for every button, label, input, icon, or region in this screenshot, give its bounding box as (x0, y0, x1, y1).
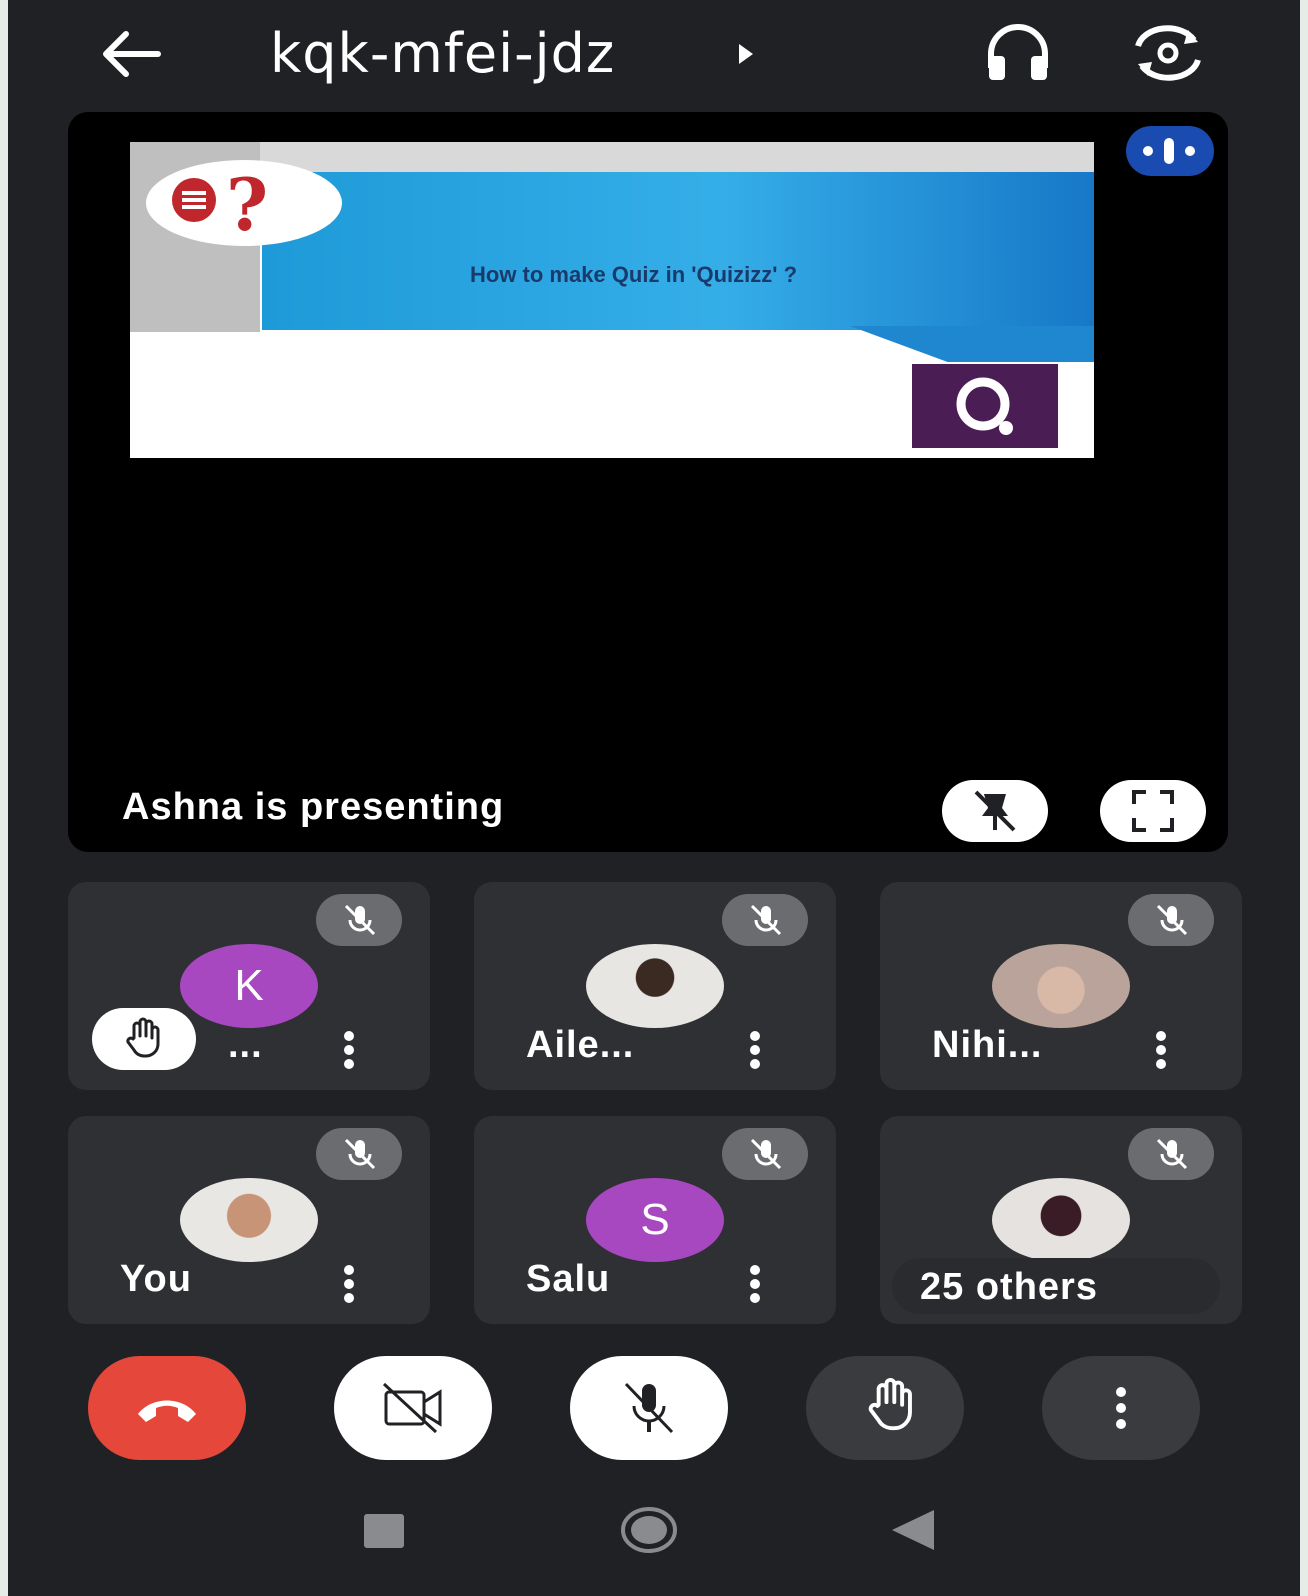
more-vert-icon[interactable] (742, 1028, 768, 1072)
fullscreen-button[interactable] (1100, 780, 1206, 842)
meet-screen: kqk-mfei-jdz How to make Quiz in 'Quiziz… (8, 0, 1300, 1596)
slide-question-badge: ? (146, 160, 342, 247)
more-vert-icon[interactable] (742, 1262, 768, 1306)
camera-toggle-button[interactable] (334, 1356, 492, 1460)
fullscreen-icon (1132, 790, 1174, 832)
nav-back-icon[interactable] (888, 1508, 938, 1552)
mic-off-badge (316, 1128, 402, 1180)
avatar (992, 1178, 1130, 1262)
more-options-button[interactable] (1042, 1356, 1200, 1460)
raise-hand-icon (868, 1377, 912, 1431)
mic-off-icon (624, 1382, 674, 1434)
camera-off-icon (382, 1382, 442, 1434)
more-vert-icon[interactable] (336, 1262, 362, 1306)
end-call-icon (138, 1400, 196, 1422)
slide-banner (262, 172, 1094, 330)
caret-right-icon[interactable] (736, 42, 756, 66)
headphones-icon (988, 24, 1048, 80)
shared-slide: How to make Quiz in 'Quizizz' ? ? (130, 142, 1094, 458)
arrow-left-icon (103, 31, 161, 77)
participant-tile[interactable]: Nihi... (880, 882, 1242, 1090)
others-tile[interactable]: 25 others (880, 1116, 1242, 1324)
mic-off-icon (344, 1138, 376, 1170)
hand-raised-badge (92, 1008, 196, 1070)
mic-off-icon (344, 904, 376, 936)
mic-off-badge (1128, 1128, 1214, 1180)
mic-off-icon (1156, 1138, 1188, 1170)
end-call-button[interactable] (88, 1356, 246, 1460)
unpin-button[interactable] (942, 780, 1048, 842)
mic-off-icon (750, 904, 782, 936)
audio-output-button[interactable] (983, 22, 1053, 84)
audio-level-icon (1143, 138, 1195, 164)
switch-camera-icon (1135, 25, 1201, 81)
meeting-code-title[interactable]: kqk-mfei-jdz (270, 22, 615, 85)
switch-camera-button[interactable] (1128, 22, 1208, 84)
participant-name: You (120, 1258, 192, 1300)
mic-off-badge (1128, 894, 1214, 946)
participant-name: Nihi... (932, 1024, 1043, 1066)
participant-name: Salu (526, 1258, 611, 1300)
mic-off-icon (1156, 904, 1188, 936)
mic-off-badge (316, 894, 402, 946)
unpin-icon (974, 790, 1016, 832)
list-icon (172, 178, 216, 222)
nav-home-icon[interactable] (620, 1506, 678, 1554)
mic-off-badge (722, 894, 808, 946)
participant-name: ... (228, 1024, 263, 1066)
participant-name: Aile... (526, 1024, 635, 1066)
more-vert-icon[interactable] (336, 1028, 362, 1072)
others-count-label: 25 others (920, 1266, 1098, 1308)
back-button[interactable] (96, 26, 166, 82)
avatar: K (180, 944, 318, 1028)
raise-hand-icon (126, 1017, 160, 1058)
participant-tile[interactable]: You (68, 1116, 430, 1324)
speaking-indicator (1126, 126, 1214, 176)
participant-tile[interactable]: K ... (68, 882, 430, 1090)
avatar (586, 944, 724, 1028)
mic-toggle-button[interactable] (570, 1356, 728, 1460)
slide-title: How to make Quiz in 'Quizizz' ? (470, 262, 798, 287)
question-mark-icon: ? (226, 162, 269, 247)
presentation-tile[interactable]: How to make Quiz in 'Quizizz' ? ? Ashna … (68, 112, 1228, 852)
slide-banner-tail (850, 326, 1094, 362)
quizizz-q-icon (956, 377, 1013, 435)
quizizz-logo (912, 364, 1058, 448)
participant-tile[interactable]: Aile... (474, 882, 836, 1090)
presenting-label: Ashna is presenting (122, 786, 505, 828)
avatar (992, 944, 1130, 1028)
mic-off-icon (750, 1138, 782, 1170)
more-vert-icon (1116, 1387, 1126, 1429)
raise-hand-button[interactable] (806, 1356, 964, 1460)
top-bar: kqk-mfei-jdz (8, 0, 1300, 110)
nav-recents-button[interactable] (364, 1514, 404, 1548)
avatar: S (586, 1178, 724, 1262)
mic-off-badge (722, 1128, 808, 1180)
avatar (180, 1178, 318, 1262)
participant-tile[interactable]: S Salu (474, 1116, 836, 1324)
more-vert-icon[interactable] (1148, 1028, 1174, 1072)
